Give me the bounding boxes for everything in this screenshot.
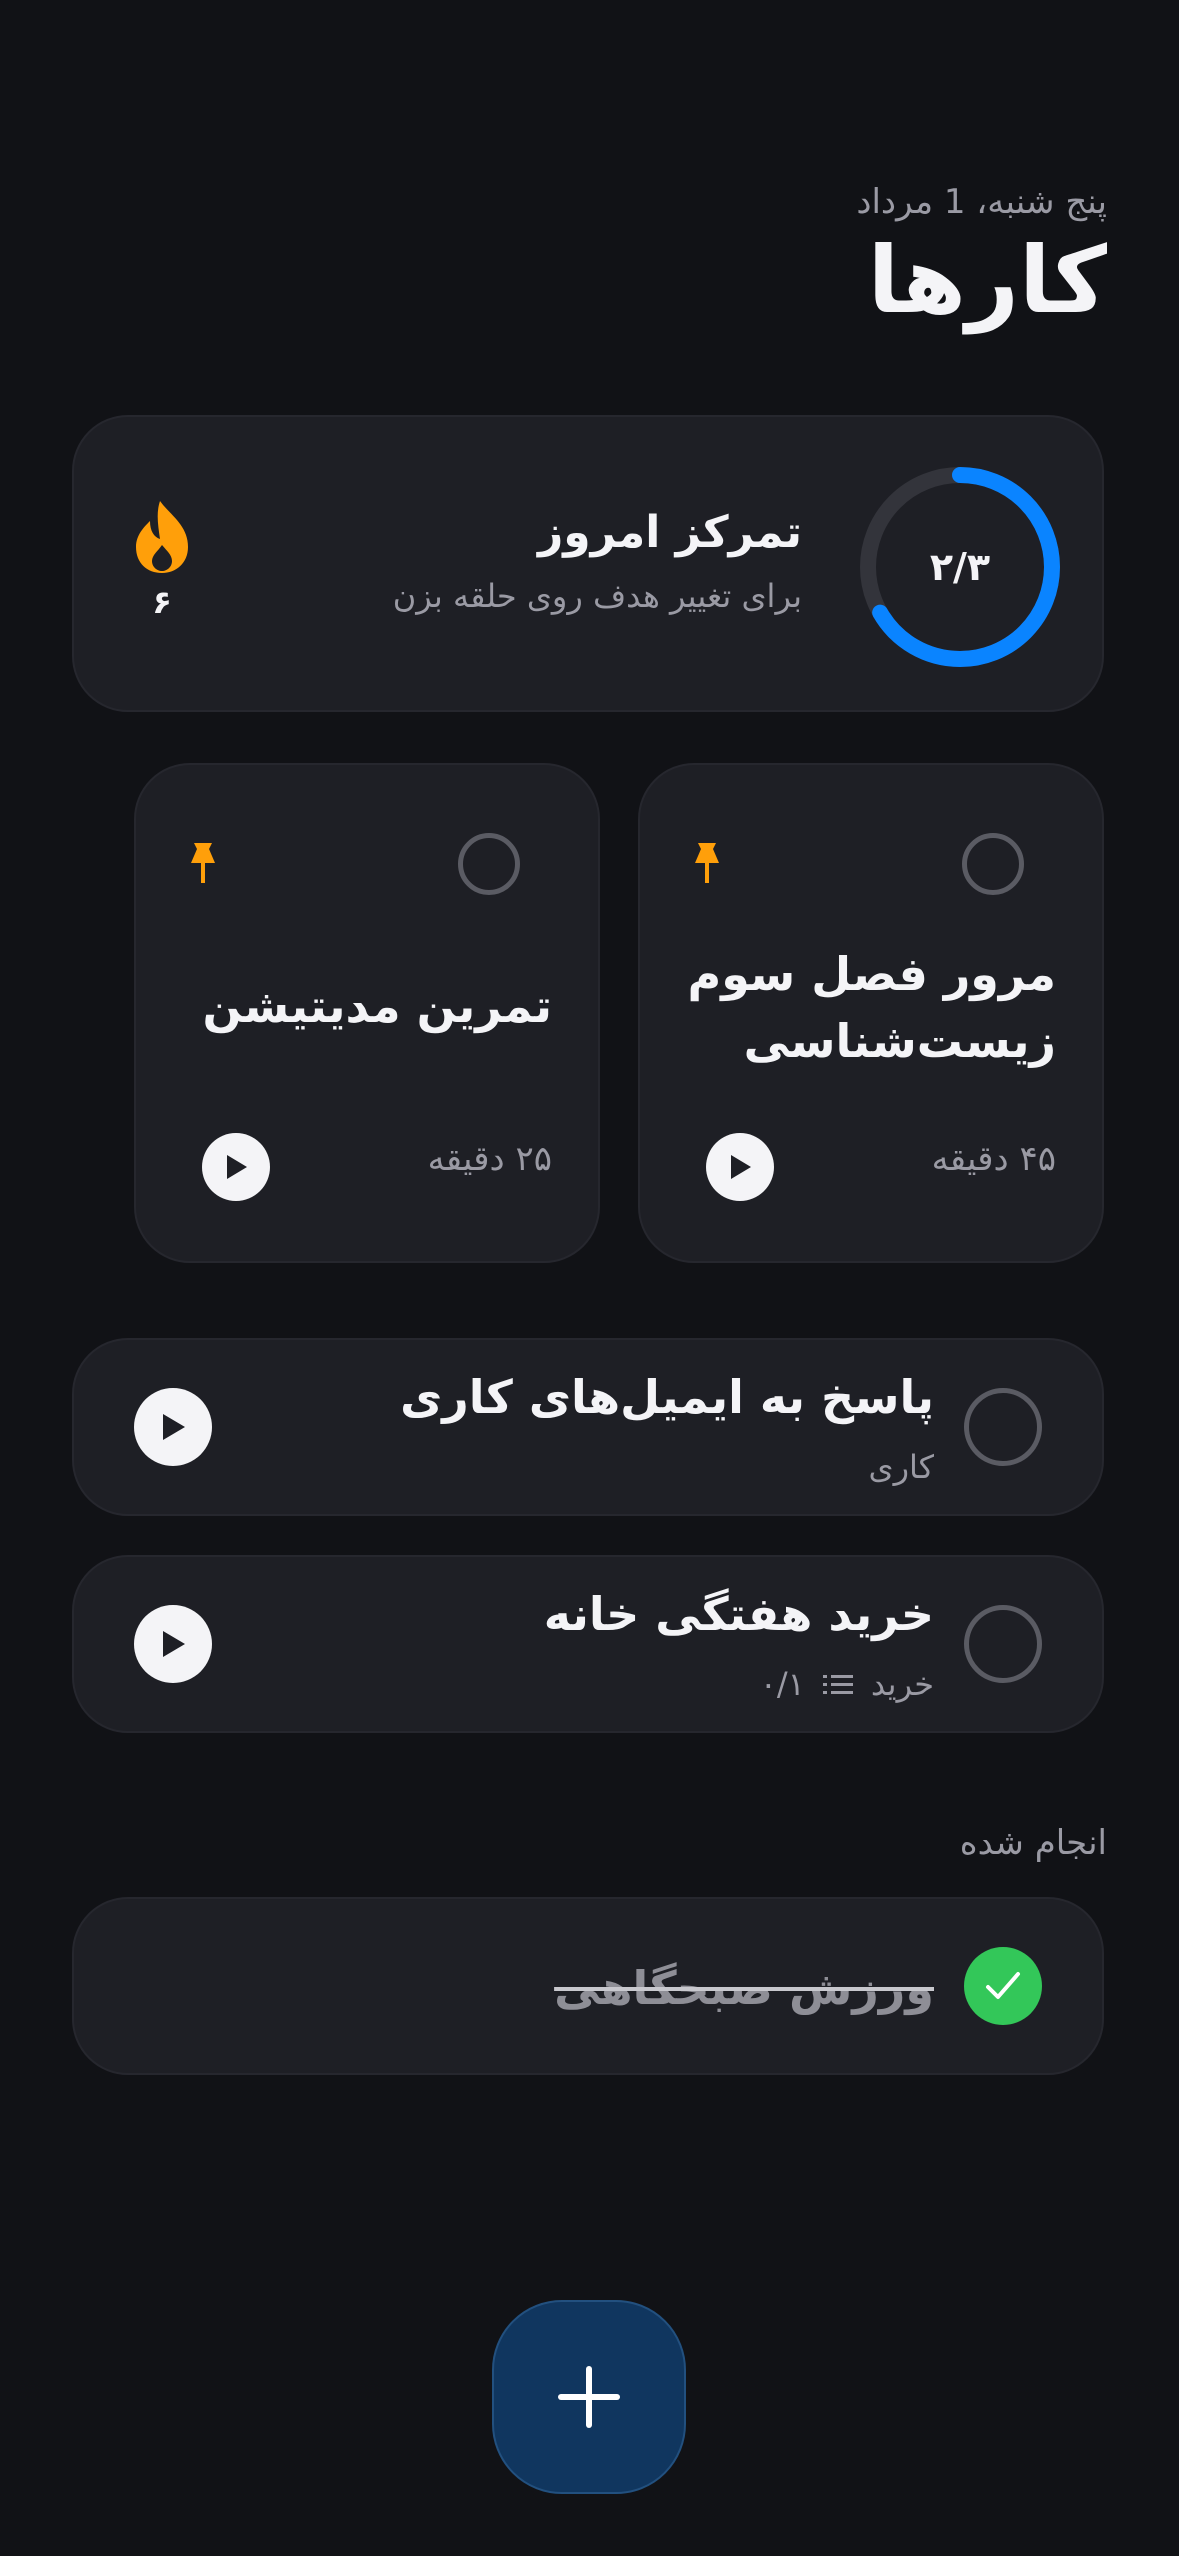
task-checkbox[interactable] <box>964 1605 1042 1683</box>
task-title: تمرین مدیتیشن <box>172 973 553 1040</box>
play-button[interactable] <box>202 1133 270 1201</box>
task-title-line: مرور فصل سوم <box>687 947 1057 1001</box>
plus-icon <box>558 2366 620 2428</box>
task-checkbox[interactable] <box>962 833 1024 895</box>
focus-title: تمرکز امروز <box>537 507 802 558</box>
task-duration: ۴۵ دقیقه <box>931 1139 1056 1179</box>
done-task-row[interactable]: ورزش صبحگاهی <box>72 1897 1104 2075</box>
play-button[interactable] <box>134 1388 212 1466</box>
progress-label: ۲/۳ <box>929 545 991 589</box>
play-icon <box>163 1414 185 1440</box>
play-icon <box>731 1155 751 1179</box>
task-title: مرور فصل سوم زیست‌شناسی <box>676 941 1057 1074</box>
task-category: کاری <box>868 1448 934 1486</box>
pin-icon <box>695 843 719 883</box>
play-icon <box>227 1155 247 1179</box>
task-category: خرید <box>870 1665 934 1703</box>
task-title-line: تمرین مدیتیشن <box>202 979 553 1033</box>
pin-icon <box>191 843 215 883</box>
task-duration: ۲۵ دقیقه <box>427 1139 552 1179</box>
add-task-button[interactable] <box>492 2300 686 2494</box>
checkmark-icon <box>986 1972 1020 1999</box>
pinned-task-card[interactable]: تمرین مدیتیشن ۲۵ دقیقه <box>134 763 600 1263</box>
flame-icon <box>136 501 188 573</box>
date-label: پنج شنبه، 1 مرداد <box>856 182 1107 222</box>
done-section-header: انجام شده <box>959 1823 1107 1863</box>
task-meta: کاری <box>869 1448 934 1486</box>
page-title: کارها <box>867 227 1107 334</box>
task-title: خرید هفتگی خانه <box>543 1587 934 1641</box>
pinned-task-card[interactable]: مرور فصل سوم زیست‌شناسی ۴۵ دقیقه <box>638 763 1104 1263</box>
task-row[interactable]: پاسخ به ایمیل‌های کاری کاری <box>72 1338 1104 1516</box>
task-row[interactable]: خرید هفتگی خانه خرید ۰/۱ <box>72 1555 1104 1733</box>
play-button[interactable] <box>706 1133 774 1201</box>
focus-card: ۲/۳ تمرکز امروز برای تغییر هدف روی حلقه … <box>72 415 1104 712</box>
task-title: پاسخ به ایمیل‌های کاری <box>400 1370 934 1424</box>
checklist-icon <box>822 1675 853 1694</box>
task-title-line: زیست‌شناسی <box>743 1013 1056 1068</box>
task-checkbox[interactable] <box>964 1388 1042 1466</box>
task-meta: خرید ۰/۱ <box>760 1665 934 1703</box>
play-icon <box>163 1631 185 1657</box>
focus-subtitle: برای تغییر هدف روی حلقه بزن <box>392 577 802 615</box>
task-title: ورزش صبحگاهی <box>554 1961 934 2015</box>
play-button[interactable] <box>134 1605 212 1683</box>
task-checkbox[interactable] <box>458 833 520 895</box>
subtask-count: ۰/۱ <box>759 1665 805 1703</box>
streak-count: ۶ <box>152 583 172 621</box>
task-checkbox-checked[interactable] <box>964 1947 1042 2025</box>
